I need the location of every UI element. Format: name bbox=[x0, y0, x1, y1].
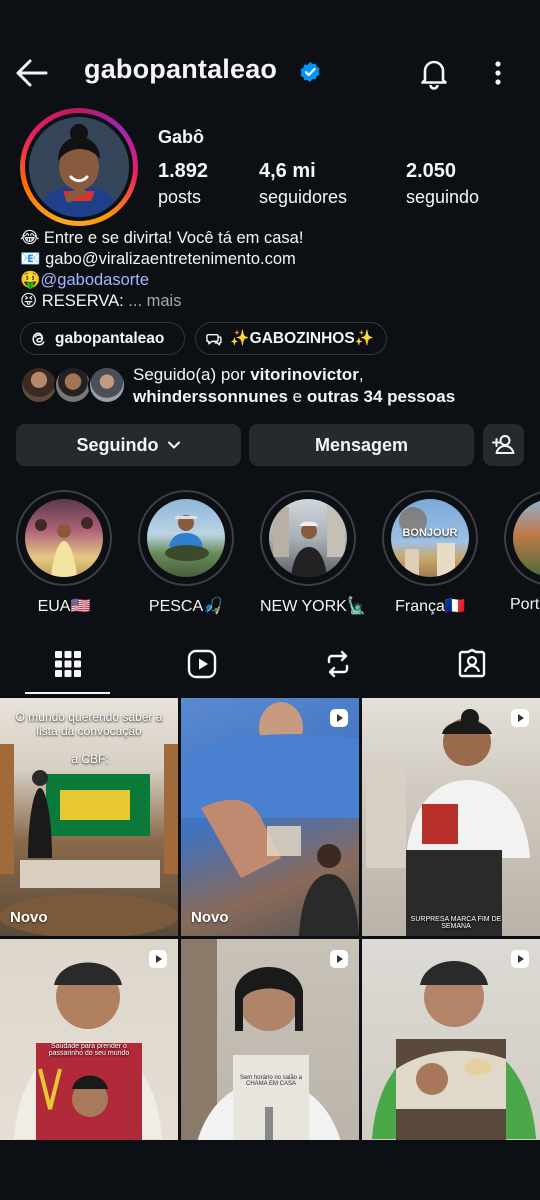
reels-icon bbox=[329, 949, 349, 969]
reels-icon bbox=[148, 949, 168, 969]
profile-tabs bbox=[0, 640, 540, 696]
avatar bbox=[20, 366, 58, 404]
bio-email: 📧 gabo@viralizaentretenimento.com bbox=[20, 250, 296, 268]
mutual-followers-avatars[interactable] bbox=[20, 366, 126, 406]
post-thumbnail[interactable]: O mundo querendo saber a lista da convoc… bbox=[0, 698, 178, 936]
posts-count[interactable]: 1.892 posts bbox=[158, 160, 208, 208]
post-caption-overlay: SURPRESA MARCA FIM DE SEMANA bbox=[410, 916, 502, 930]
tab-tagged[interactable] bbox=[456, 648, 488, 680]
broadcast-channel-label: ✨GABOZINHOS✨ bbox=[230, 330, 374, 347]
display-name: Gabô bbox=[158, 127, 205, 147]
story-highlight-label: França🇫🇷 bbox=[395, 598, 465, 615]
chevron-down-icon bbox=[167, 441, 180, 449]
post-thumbnail[interactable]: Novo bbox=[181, 698, 359, 936]
message-button-label: Mensagem bbox=[314, 434, 409, 455]
followed-by-text[interactable]: Seguido(a) por vitorinovictor, whinderss… bbox=[133, 364, 523, 408]
posts-count-label: posts bbox=[158, 187, 202, 207]
reels-icon bbox=[329, 708, 349, 728]
post-thumbnail[interactable]: SURPRESA MARCA FIM DE SEMANA bbox=[362, 698, 540, 936]
followers-count-value: 4,6 mi bbox=[259, 160, 316, 182]
post-caption-overlay: a CBF: bbox=[71, 752, 109, 766]
post-caption-overlay: Saudade para prender o passarinho do seu… bbox=[48, 1043, 130, 1057]
tab-reels[interactable] bbox=[186, 648, 218, 680]
bell-icon[interactable] bbox=[417, 56, 451, 90]
suggested-users-button[interactable] bbox=[483, 424, 524, 466]
grid-icon bbox=[55, 651, 81, 677]
story-highlight[interactable]: EUA🇺🇸 bbox=[16, 490, 112, 616]
story-highlight-label: NEW YORK🗽 bbox=[260, 598, 367, 615]
new-post-badge: Novo bbox=[191, 909, 229, 926]
post-caption-overlay: O mundo querendo saber a lista da convoc… bbox=[15, 710, 163, 738]
followed-by-sep: , bbox=[358, 365, 364, 384]
post-caption-overlay: Sem horário no salão a CHAMA EM CASA bbox=[239, 1075, 303, 1087]
add-user-icon bbox=[492, 435, 515, 454]
following-button-label: Seguindo bbox=[76, 434, 159, 455]
story-highlight-label: EUA🇺🇸 bbox=[37, 598, 91, 615]
story-highlight-label: PESCA🎣 bbox=[148, 598, 224, 615]
followers-count[interactable]: 4,6 mi seguidores bbox=[259, 160, 347, 208]
highlight-image-text: BONJOUR bbox=[402, 527, 458, 539]
broadcast-channel-chip[interactable]: ✨GABOZINHOS✨ bbox=[195, 322, 387, 355]
threads-chip-label: gabopantaleao bbox=[55, 329, 165, 347]
posts-count-value: 1.892 bbox=[158, 160, 209, 182]
arrow-left-icon[interactable] bbox=[14, 56, 50, 90]
avatar bbox=[29, 117, 129, 217]
bio-reserva-line: 😝 RESERVA: ... mais bbox=[20, 291, 520, 312]
story-highlight[interactable]: Port bbox=[504, 490, 540, 614]
new-post-badge: Novo bbox=[10, 909, 48, 926]
reels-icon bbox=[510, 708, 530, 728]
bio-emoji: 🤑 bbox=[20, 271, 41, 289]
more-vertical-icon[interactable] bbox=[486, 58, 510, 88]
following-count-value: 2.050 bbox=[406, 160, 457, 182]
mutual-follower-1: vitorinovictor bbox=[250, 365, 359, 384]
following-count-label: seguindo bbox=[406, 187, 480, 207]
profile-bio: 😂 Entre e se divirta! Você tá em casa! 📧… bbox=[20, 228, 520, 312]
broadcast-channel-icon bbox=[206, 333, 222, 345]
avatar bbox=[88, 366, 126, 404]
threads-icon bbox=[32, 331, 45, 346]
bio-line: 😂 Entre e se divirta! Você tá em casa! bbox=[20, 229, 304, 247]
verified-badge-icon bbox=[299, 61, 321, 83]
story-highlight[interactable]: PESCA🎣 bbox=[138, 490, 234, 616]
profile-username: gabopantaleao bbox=[84, 54, 278, 84]
mutual-follower-2: whinderssonnunes bbox=[133, 387, 288, 406]
followed-by-mid: e bbox=[287, 387, 307, 406]
followed-by-prefix: Seguido(a) por bbox=[133, 365, 251, 384]
story-highlight[interactable]: BONJOUR França🇫🇷 bbox=[382, 490, 478, 616]
bio-more-link[interactable]: ... mais bbox=[128, 292, 181, 310]
active-tab-indicator bbox=[25, 692, 110, 694]
tagged-icon bbox=[458, 648, 486, 678]
bio-mention-link[interactable]: @gabodasorte bbox=[41, 271, 150, 289]
bio-mention-line: 🤑@gabodasorte bbox=[20, 270, 520, 291]
tab-grid[interactable] bbox=[52, 648, 84, 680]
following-count[interactable]: 2.050 seguindo bbox=[406, 160, 479, 208]
followers-count-label: seguidores bbox=[259, 187, 348, 207]
reels-icon bbox=[187, 649, 217, 679]
message-button[interactable]: Mensagem bbox=[249, 424, 474, 466]
mutual-followers-others: outras 34 pessoas bbox=[306, 387, 456, 406]
repost-icon bbox=[327, 650, 349, 678]
profile-avatar-story-ring[interactable] bbox=[20, 108, 138, 226]
top-bar: gabopantaleao bbox=[0, 40, 540, 106]
threads-chip[interactable]: gabopantaleao bbox=[20, 322, 185, 355]
reels-icon bbox=[510, 949, 530, 969]
following-button[interactable]: Seguindo bbox=[16, 424, 241, 466]
story-highlight[interactable]: NEW YORK🗽 bbox=[260, 490, 367, 616]
story-highlight-label: Port bbox=[510, 596, 540, 613]
bottom-spacer bbox=[0, 1140, 540, 1200]
bio-reserva-text: 😝 RESERVA: bbox=[20, 292, 129, 310]
avatar bbox=[54, 366, 92, 404]
tab-reposts[interactable] bbox=[322, 648, 354, 680]
